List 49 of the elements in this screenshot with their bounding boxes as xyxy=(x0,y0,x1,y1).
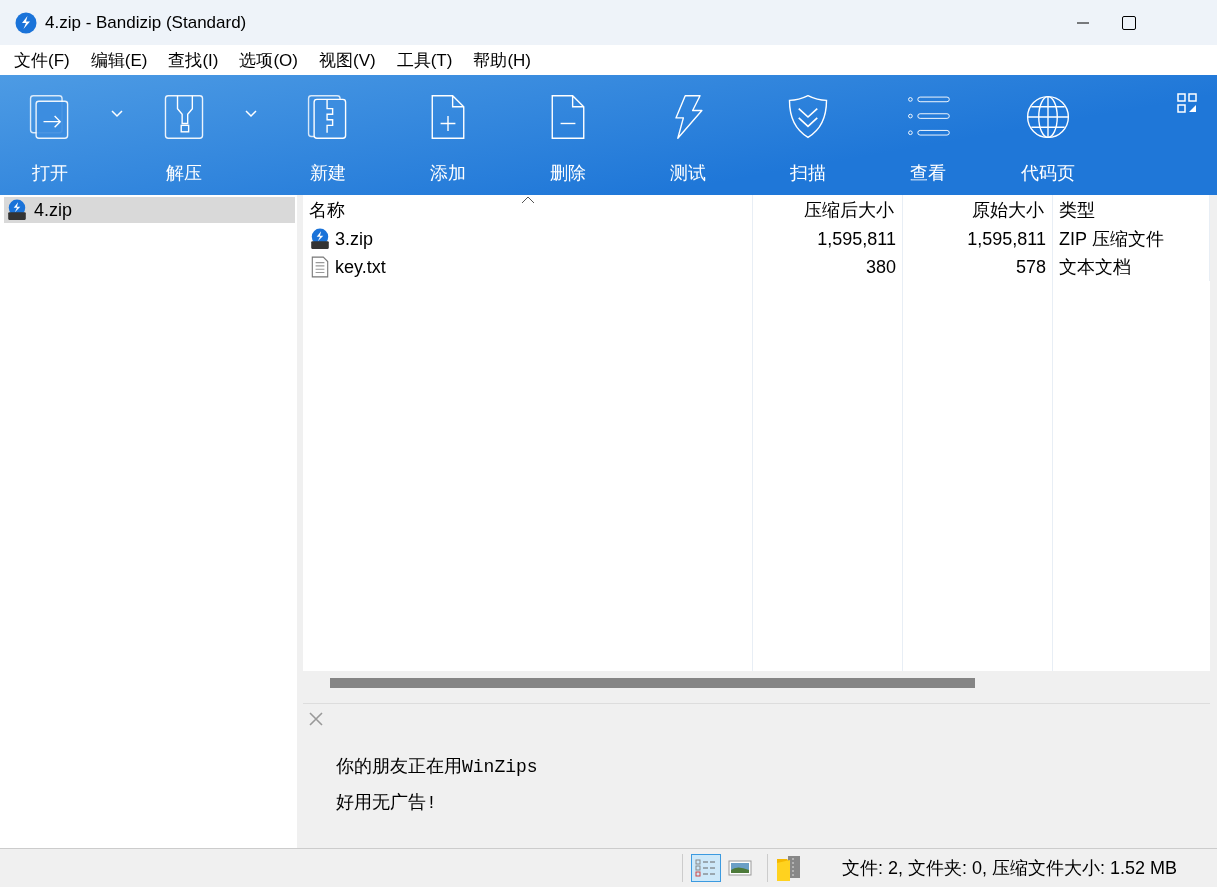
folder-icon[interactable] xyxy=(775,854,802,882)
menu-item[interactable]: 选项(O) xyxy=(231,45,306,75)
table-cell: 1,595,811 xyxy=(753,225,903,253)
toolbar-button[interactable]: 解压 xyxy=(134,85,234,185)
column-header[interactable]: 名称 xyxy=(303,195,753,225)
menu-item[interactable]: 编辑(E) xyxy=(82,45,156,75)
table-cell: 380 xyxy=(753,253,903,281)
column-header[interactable]: 类型 xyxy=(1053,195,1210,225)
minimize-icon xyxy=(1075,21,1091,24)
zip-file-icon xyxy=(309,228,331,250)
toolbar-button[interactable]: 测试 xyxy=(628,85,748,185)
window-title: 4.zip - Bandizip (Standard) xyxy=(45,12,248,33)
table-cell[interactable]: key.txt xyxy=(303,253,753,281)
zip-file-icon xyxy=(6,199,28,221)
toolbar-button[interactable]: 添加 xyxy=(388,85,508,185)
menu-item[interactable]: 查找(I) xyxy=(160,45,227,75)
menu-item[interactable]: 帮助(H) xyxy=(465,45,539,75)
menu-item[interactable]: 工具(T) xyxy=(388,45,461,75)
menu-item[interactable]: 视图(V) xyxy=(311,45,384,75)
table-cell: 578 xyxy=(903,253,1053,281)
column-header[interactable]: 压缩后大小 xyxy=(753,195,903,225)
menu-item[interactable]: 文件(F) xyxy=(6,45,78,75)
close-icon[interactable] xyxy=(309,712,323,726)
app-logo-icon xyxy=(15,11,37,34)
toolbar-button[interactable]: 查看 xyxy=(868,85,988,185)
caret-icon xyxy=(110,108,124,118)
table-cell: 1,595,811 xyxy=(903,225,1053,253)
table-cell: ZIP 压缩文件 xyxy=(1053,225,1210,253)
thumbnail-view-icon xyxy=(727,858,752,878)
toolbar-button[interactable]: 代码页 xyxy=(988,85,1108,185)
table-cell: 文本文档 xyxy=(1053,253,1210,281)
details-view-icon xyxy=(693,858,718,878)
toolbar-button[interactable]: 打开 xyxy=(0,85,100,185)
ad-text: 你的朋友正在用WinZips xyxy=(336,756,539,779)
status-text: 文件: 2, 文件夹: 0, 压缩文件大小: 1.52 MB xyxy=(841,857,1177,880)
toolbar-button[interactable]: 新建 xyxy=(268,85,388,185)
tree-item[interactable]: 4.zip xyxy=(4,197,295,223)
scrollbar-thumb[interactable] xyxy=(330,678,975,688)
text-file-icon xyxy=(309,256,331,278)
column-header[interactable]: 原始大小 xyxy=(903,195,1053,225)
table-cell[interactable]: 3.zip xyxy=(303,225,753,253)
maximize-icon xyxy=(1121,14,1137,31)
sort-ascending-icon xyxy=(520,195,535,204)
caret-icon xyxy=(244,108,258,118)
view-button[interactable] xyxy=(690,854,721,882)
ad-text: 好用无广告! xyxy=(336,792,438,815)
layout-icon[interactable] xyxy=(1177,93,1197,113)
toolbar-button[interactable]: 扫描 xyxy=(748,85,868,185)
toolbar-button[interactable]: 删除 xyxy=(508,85,628,185)
